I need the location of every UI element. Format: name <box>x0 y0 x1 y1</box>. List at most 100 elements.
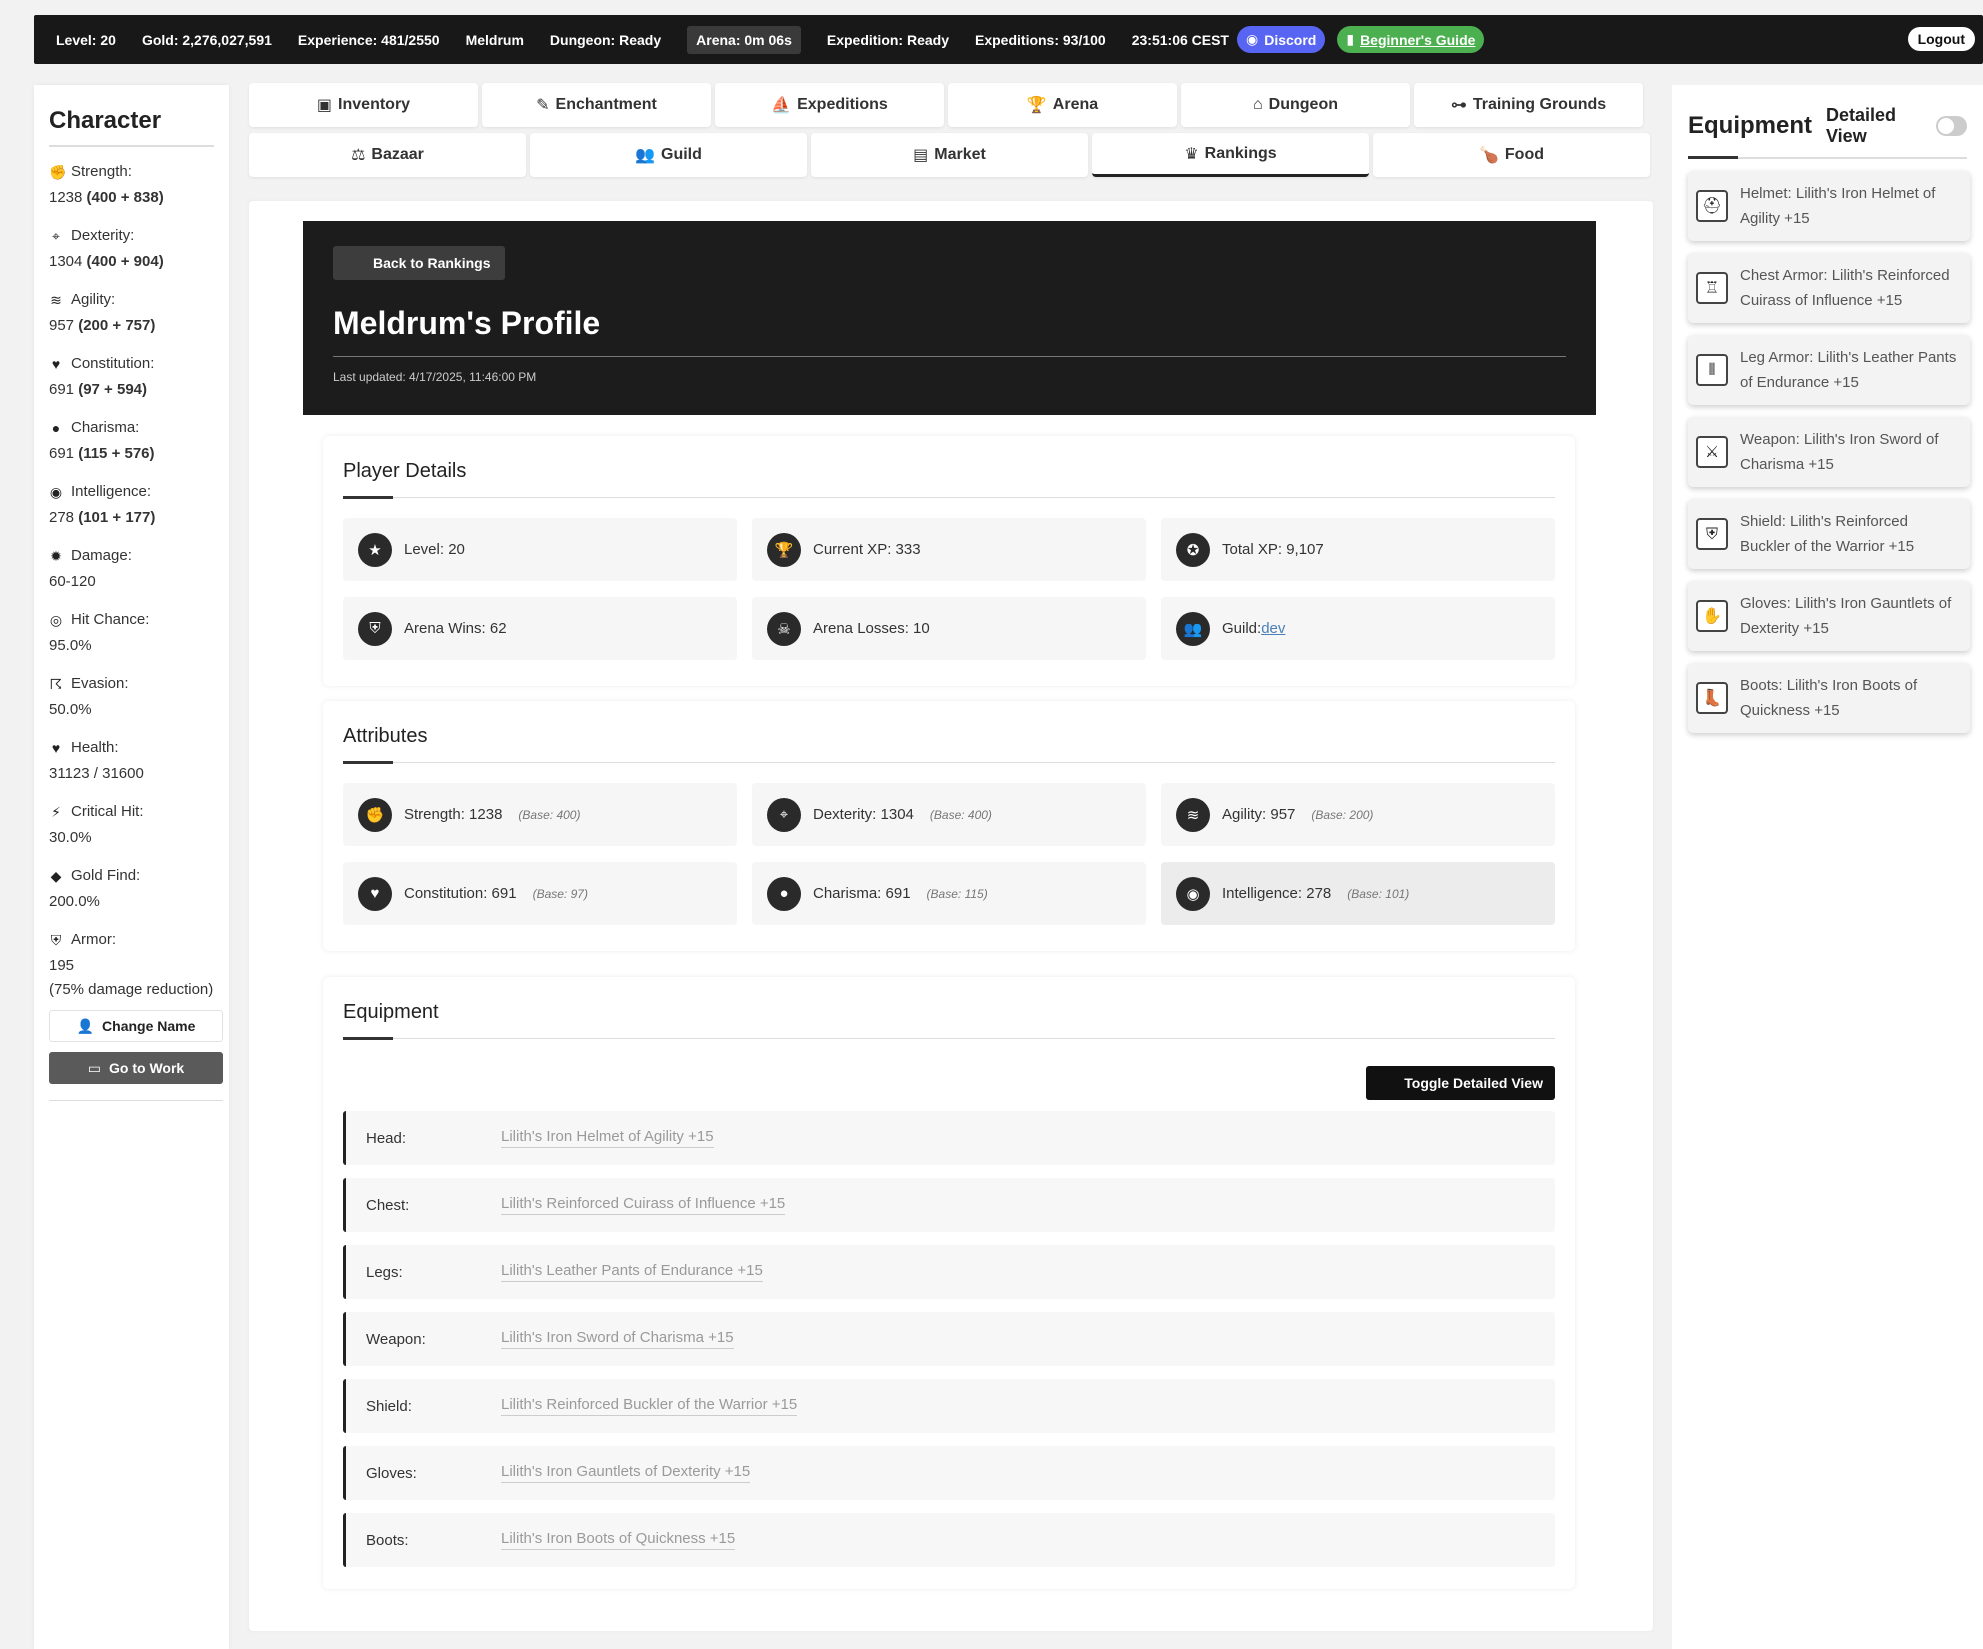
discord-icon: ◉ <box>1246 31 1259 47</box>
player-detail-item: ☠ Arena Losses: 10 <box>752 597 1146 660</box>
equipment-title: Equipment <box>343 1001 1555 1040</box>
scale-icon: ⚖ <box>351 147 366 164</box>
player-detail-item: ✪ Total XP: 9,107 <box>1161 518 1555 581</box>
fist-icon: ✊ <box>358 797 392 832</box>
stat-damage: ✹ Damage: 60-120 <box>49 543 214 595</box>
equipment-item-link[interactable]: Lilith's Leather Pants of Endurance +15 <box>501 1262 763 1282</box>
player-detail-text: Arena Losses: 10 <box>813 620 930 637</box>
heart-pulse-icon: ♥ <box>358 876 392 911</box>
equipped-item-card[interactable]: 👢 Boots: Lilith's Iron Boots of Quickness… <box>1688 663 1970 733</box>
stat-value: 31123 / 31600 <box>49 761 214 787</box>
tab-label: Arena <box>1052 96 1099 113</box>
tab-label: Dungeon <box>1268 96 1338 113</box>
stat-number: 195 <box>49 957 75 974</box>
tab-label: Expeditions <box>797 96 888 113</box>
tab-guild[interactable]: 👥 Guild <box>530 133 807 177</box>
equipped-item-card[interactable]: ✋ Gloves: Lilith's Iron Gauntlets of Dext… <box>1688 581 1970 651</box>
shield-icon: ⛨ <box>1696 518 1728 550</box>
stat-value: 60-120 <box>49 569 214 595</box>
stat-label: Critical Hit: <box>71 803 144 820</box>
beginners-guide-link[interactable]: ▮ Beginner's Guide <box>1337 26 1485 53</box>
pencil-icon: ✎ <box>536 97 550 114</box>
tab-food[interactable]: 🍗 Food <box>1373 133 1650 177</box>
equipment-item-link[interactable]: Lilith's Reinforced Cuirass of Influence… <box>501 1195 786 1215</box>
stat-breakdown: (400 + 904) <box>86 253 164 270</box>
change-name-button[interactable]: 👤 Change Name <box>49 1010 223 1042</box>
stat-label-row: ◆ Gold Find: <box>49 863 214 889</box>
toggle-detailed-view-button[interactable]: Toggle Detailed View <box>1366 1066 1555 1100</box>
equipment-item-link[interactable]: Lilith's Iron Gauntlets of Dexterity +15 <box>501 1463 751 1483</box>
equipped-item-text: Helmet: Lilith's Iron Helmet of Agility … <box>1740 185 1936 227</box>
equipped-item-card[interactable]: ⛨ Shield: Lilith's Reinforced Buckler of … <box>1688 499 1970 569</box>
tab-label: Bazaar <box>371 146 424 163</box>
tab-dungeon[interactable]: ⌂ Dungeon <box>1181 83 1410 127</box>
speech-bubble-icon: ● <box>767 876 801 911</box>
stat-number: 30.0% <box>49 829 92 846</box>
go-to-work-button[interactable]: ▭ Go to Work <box>49 1052 223 1084</box>
briefcase-icon: ▭ <box>87 1059 102 1076</box>
stat-label: Armor: <box>71 931 116 948</box>
stat-value: 278 (101 + 177) <box>49 505 214 531</box>
tab-label: Training Grounds <box>1472 96 1607 113</box>
tab-label: Rankings <box>1204 144 1277 162</box>
main-nav-row-2: ⚖ Bazaar 👥 Guild ▤ Market ♛ Rankings 🍗 Food <box>249 133 1650 177</box>
chest-icon: ▣ <box>316 97 333 114</box>
tab-rankings[interactable]: ♛ Rankings <box>1092 133 1369 177</box>
tab-label: Inventory <box>338 96 411 113</box>
equipment-slot: Boots: <box>366 1531 409 1549</box>
tab-expeditions[interactable]: ⛵ Expeditions <box>715 83 944 127</box>
attribute-item: ♥ Constitution: 691 (Base: 97) <box>343 862 737 925</box>
equipped-item-card[interactable]: ♖ Chest Armor: Lilith's Reinforced Cuiras… <box>1688 253 1970 323</box>
equipped-item-card[interactable]: ⛑ Helmet: Lilith's Iron Helmet of Agility… <box>1688 171 1970 241</box>
discord-link[interactable]: ◉ Discord <box>1237 26 1326 53</box>
attribute-item: ✊ Strength: 1238 (Base: 400) <box>343 783 737 846</box>
attribute-text: Strength: 1238 <box>404 806 503 823</box>
target-icon: ◎ <box>49 612 63 628</box>
stat-charisma: ● Charisma: 691 (115 + 576) <box>49 415 214 467</box>
equipment-item-link[interactable]: Lilith's Reinforced Buckler of the Warri… <box>501 1396 798 1416</box>
equipped-items-list: ⛑ Helmet: Lilith's Iron Helmet of Agility… <box>1688 171 1970 733</box>
stat-number: 31123 / 31600 <box>49 765 144 782</box>
logout-button[interactable]: Logout <box>1907 27 1975 51</box>
tab-bazaar[interactable]: ⚖ Bazaar <box>249 133 526 177</box>
stat-health: ♥ Health: 31123 / 31600 <box>49 735 214 787</box>
attribute-base: (Base: 400) <box>929 807 992 822</box>
profile-title: Meldrum's Profile <box>333 305 601 341</box>
stat-label: Constitution: <box>71 355 155 372</box>
chest-armor-icon: ♖ <box>1696 272 1728 304</box>
stat-value: 195 <box>49 953 214 979</box>
tab-label: Market <box>934 146 986 163</box>
attribute-text: Agility: 957 <box>1222 806 1296 823</box>
tab-market[interactable]: ▤ Market <box>811 133 1088 177</box>
equipment-item-link[interactable]: Lilith's Iron Helmet of Agility +15 <box>501 1128 714 1148</box>
gem-icon: ◆ <box>50 868 62 884</box>
user-edit-icon: 👤 <box>76 1017 95 1034</box>
stat-label-row: ☈ Evasion: <box>49 671 214 697</box>
equipment-item-link[interactable]: Lilith's Iron Sword of Charisma +15 <box>501 1329 734 1349</box>
medal-icon: ✪ <box>1176 532 1210 567</box>
guild-link[interactable]: dev <box>1261 620 1285 637</box>
dumbbell-icon: ⊶ <box>1450 97 1467 114</box>
equipped-item-text: Gloves: Lilith's Iron Gauntlets of Dexte… <box>1740 595 1952 637</box>
tab-enchantment[interactable]: ✎ Enchantment <box>482 83 711 127</box>
tab-inventory[interactable]: ▣ Inventory <box>249 83 478 127</box>
stat-strength: ✊ Strength: 1238 (400 + 838) <box>49 159 214 211</box>
book-icon: ▮ <box>1346 31 1355 47</box>
stat-label: Strength: <box>71 163 132 180</box>
detailed-view-toggle[interactable] <box>1935 116 1967 136</box>
equipped-item-text: Chest Armor: Lilith's Reinforced Cuirass… <box>1740 267 1950 309</box>
arena-timer: Arena: 0m 06s <box>687 25 801 54</box>
equipment-item-link[interactable]: Lilith's Iron Boots of Quickness +15 <box>501 1530 736 1550</box>
equipped-item-card[interactable]: ⚔ Weapon: Lilith's Iron Sword of Charisma… <box>1688 417 1970 487</box>
tab-training-grounds[interactable]: ⊶ Training Grounds <box>1414 83 1643 127</box>
equipment-slot: Shield: <box>366 1397 412 1415</box>
equipped-item-card[interactable]: ⫴ Leg Armor: Lilith's Leather Pants of En… <box>1688 335 1970 405</box>
stat-label: Evasion: <box>71 675 129 692</box>
stat-label-row: ⌖ Dexterity: <box>49 223 214 249</box>
tab-arena[interactable]: 🏆 Arena <box>948 83 1177 127</box>
back-to-rankings-button[interactable]: Back to Rankings <box>333 246 506 280</box>
boots-icon: 👢 <box>1696 682 1728 714</box>
stat-value: 691 (115 + 576) <box>49 441 214 467</box>
last-updated: Last updated: 4/17/2025, 11:46:00 PM <box>333 370 537 384</box>
character-title: Character <box>49 107 214 147</box>
